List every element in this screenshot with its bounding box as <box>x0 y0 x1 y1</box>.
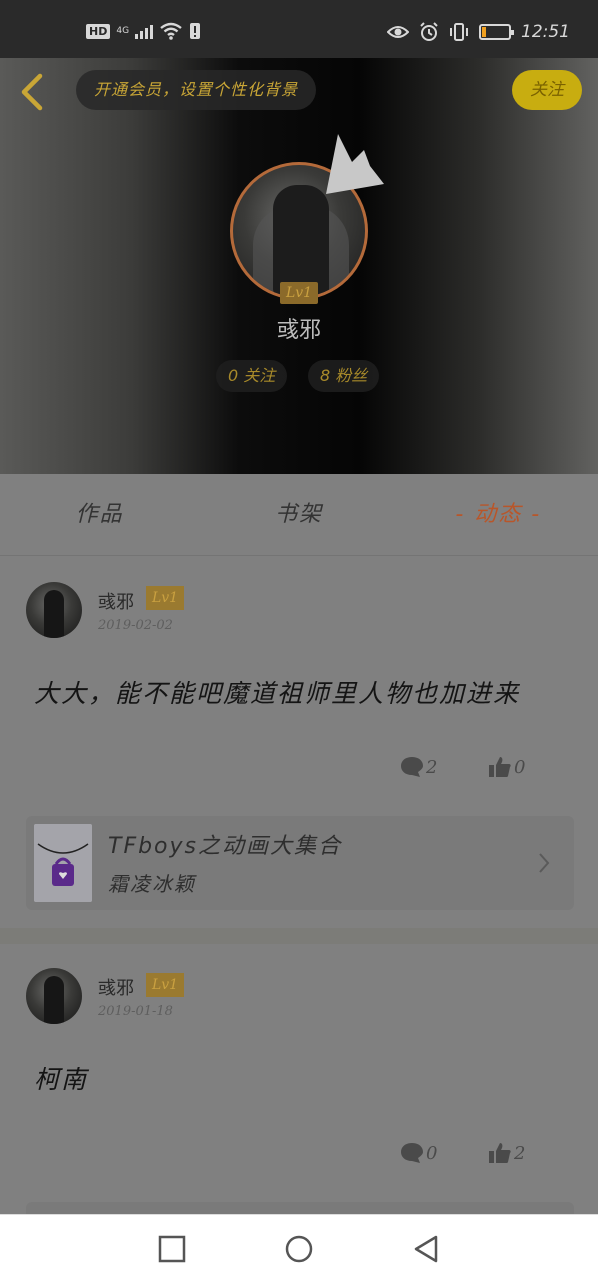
follow-button[interactable]: 关注 <box>512 70 582 110</box>
chevron-right-icon <box>539 853 550 873</box>
alarm-icon <box>420 22 438 41</box>
like-button[interactable]: 2 <box>488 1142 525 1164</box>
hd-indicator: HD <box>86 23 111 39</box>
thumbs-up-icon <box>489 757 511 777</box>
post-avatar[interactable] <box>26 582 82 638</box>
following-count[interactable]: 0 关注 <box>216 360 288 392</box>
tab-activity[interactable]: - 动态 - <box>399 474 598 555</box>
back-icon[interactable] <box>410 1233 442 1265</box>
book-cover-image <box>34 824 92 902</box>
battery-level <box>482 27 487 37</box>
vibrate-icon <box>450 23 468 41</box>
battery-icon <box>479 24 514 40</box>
clock: 12:51 <box>521 22 570 42</box>
post-level-badge: Lv1 <box>146 586 184 610</box>
home-icon[interactable] <box>283 1233 315 1265</box>
activity-post: 彧邪 Lv1 2019-01-18 柯南 0 2 <box>0 944 598 1214</box>
network-type: 4G <box>116 26 130 36</box>
post-username[interactable]: 彧邪 <box>98 974 134 1000</box>
profile-tabs: 作品 书架 - 动态 - <box>0 474 598 556</box>
profile-username: 彧邪 <box>276 318 321 343</box>
recent-apps-icon[interactable] <box>156 1233 188 1265</box>
like-button[interactable]: 0 <box>488 756 525 778</box>
post-date: 2019-01-18 <box>98 1004 173 1019</box>
comment-count: 0 <box>426 1142 438 1164</box>
alert-icon <box>190 23 201 39</box>
vip-background-prompt[interactable]: 开通会员，设置个性化背景 <box>76 70 317 110</box>
thumbs-up-icon <box>489 1143 511 1163</box>
post-text: 大大，能不能吧魔道祖师里人物也加进来 <box>34 679 521 708</box>
profile-header: 开通会员，设置个性化背景 关注 Lv1 彧邪 0 关注 8 粉丝 <box>0 58 598 474</box>
post-level-badge: Lv1 <box>146 973 184 997</box>
status-right: 12:51 <box>387 22 570 42</box>
status-bar: HD 4G 12:51 <box>0 0 598 58</box>
post-username[interactable]: 彧邪 <box>98 588 134 614</box>
level-badge: Lv1 <box>280 282 318 304</box>
comment-button[interactable]: 0 <box>400 1142 437 1164</box>
comment-icon <box>401 757 423 777</box>
crown-icon <box>326 134 384 194</box>
like-count: 0 <box>514 756 526 778</box>
comment-count: 2 <box>426 756 438 778</box>
post-text: 柯南 <box>34 1065 89 1094</box>
book-title: TFboys之动画大集合 <box>108 834 342 859</box>
activity-post: 彧邪 Lv1 2019-02-02 大大，能不能吧魔道祖师里人物也加进来 2 0… <box>0 556 598 928</box>
book-card[interactable]: TFboys之动画大集合 霜凌冰颖 <box>26 816 574 910</box>
eye-icon <box>387 26 409 38</box>
book-author: 霜凌冰颖 <box>108 872 196 896</box>
post-divider <box>0 928 598 944</box>
post-date: 2019-02-02 <box>98 618 173 633</box>
tab-works[interactable]: 作品 <box>0 474 199 555</box>
tab-bookshelf[interactable]: 书架 <box>199 474 398 555</box>
like-count: 2 <box>514 1142 526 1164</box>
book-cover-art <box>34 824 92 902</box>
system-nav-bar <box>0 1214 598 1280</box>
status-left: HD 4G <box>86 22 201 40</box>
followers-count[interactable]: 8 粉丝 <box>308 360 380 392</box>
comment-icon <box>401 1143 423 1163</box>
book-card[interactable] <box>26 1202 574 1214</box>
signal-icon <box>135 23 154 39</box>
wifi-icon <box>160 22 182 40</box>
comment-button[interactable]: 2 <box>400 756 437 778</box>
post-avatar[interactable] <box>26 968 82 1024</box>
back-button[interactable] <box>14 70 50 114</box>
